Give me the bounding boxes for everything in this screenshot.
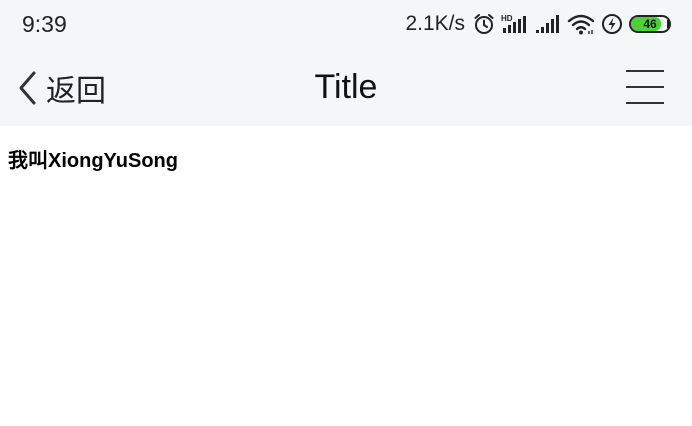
content-area: 我叫XiongYuSong (0, 126, 692, 426)
svg-text:HD: HD (501, 14, 513, 23)
signal-icon (535, 13, 561, 35)
battery-icon: 46 (629, 15, 671, 33)
alarm-icon (473, 13, 495, 35)
page-title: Title (314, 68, 378, 106)
menu-line (626, 86, 664, 88)
navigation-bar: 返回 Title (0, 50, 692, 126)
network-speed: 2.1K/s (405, 12, 465, 35)
menu-line (626, 102, 664, 104)
status-bar: 9:39 2.1K/s HD 46 (0, 0, 692, 50)
hd-signal-icon: HD (501, 13, 529, 35)
battery-level: 46 (643, 17, 657, 31)
wifi-icon (567, 13, 595, 35)
status-icons: 2.1K/s HD 46 (405, 9, 671, 39)
menu-button[interactable] (626, 68, 664, 106)
status-time: 9:39 (22, 11, 67, 37)
charging-icon (601, 13, 623, 35)
menu-line (626, 70, 664, 72)
greeting-text: 我叫XiongYuSong (8, 150, 178, 172)
